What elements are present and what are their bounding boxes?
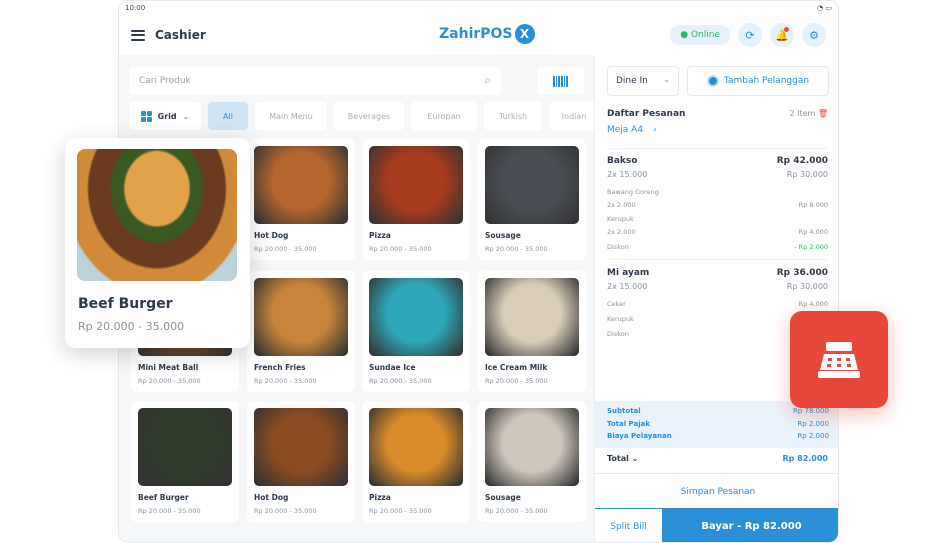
product-image xyxy=(138,408,232,486)
item-name: Bakso xyxy=(607,156,638,166)
logo: ZahirPOS X xyxy=(439,24,535,44)
chevron-right-icon: › xyxy=(653,125,657,135)
order-panel: Dine In ⌄ Tambah Pelanggan Daftar Pesanan… xyxy=(594,55,838,542)
product-card[interactable]: Sousage Rp 20.000 - 35.000 xyxy=(478,401,586,522)
tab-indian[interactable]: Indian xyxy=(549,102,599,130)
product-price: Rp 20.000 - 35.000 xyxy=(138,507,201,515)
tab-main-menu[interactable]: Main Menu xyxy=(255,102,327,130)
product-image xyxy=(254,278,348,356)
product-name: Beef Burger xyxy=(138,493,189,502)
product-card[interactable]: Sundae Ice Rp 20.000 - 35.000 xyxy=(362,271,470,392)
product-image xyxy=(485,146,579,224)
category-tabs: Grid ⌄ All Main Menu Beverages Europan Tu… xyxy=(129,102,599,130)
notification-button[interactable]: 🔔 xyxy=(770,23,794,47)
product-card[interactable]: Hot Dog Rp 20.000 - 35.000 xyxy=(247,139,355,260)
order-type-select[interactable]: Dine In ⌄ xyxy=(607,66,679,96)
tab-turkish[interactable]: Turkish xyxy=(484,102,542,130)
product-image xyxy=(254,408,348,486)
featured-product-card[interactable]: Beef Burger Rp 20.000 - 35.000 xyxy=(65,138,250,348)
product-card[interactable]: Sousage Rp 20.000 - 35.000 xyxy=(478,139,586,260)
item-name: Mi ayam xyxy=(607,268,650,278)
menu-icon[interactable] xyxy=(131,29,145,41)
product-price: Rp 20.000 - 35.000 xyxy=(369,245,432,253)
page-title: Cashier xyxy=(155,28,206,42)
table-select[interactable]: Meja A4 › xyxy=(607,125,828,135)
product-price: Rp 20.000 - 35.000 xyxy=(138,377,201,385)
product-price: Rp 20.000 - 35.000 xyxy=(254,377,317,385)
online-status-badge: ● Online xyxy=(670,25,730,45)
product-card[interactable]: Ice Cream Milk Rp 20.000 - 35.000 xyxy=(478,271,586,392)
product-image xyxy=(485,278,579,356)
product-price: Rp 20.000 - 35.000 xyxy=(485,245,548,253)
product-image xyxy=(485,408,579,486)
customer-icon xyxy=(706,75,719,87)
product-image xyxy=(369,278,463,356)
tab-europan[interactable]: Europan xyxy=(411,102,477,130)
product-price: Rp 20.000 - 35.000 xyxy=(254,507,317,515)
product-price: Rp 20.000 - 35.000 xyxy=(254,245,317,253)
split-bill-button[interactable]: Split Bill xyxy=(595,508,662,542)
settings-button[interactable]: ⚙ xyxy=(802,23,826,47)
barcode-scan-button[interactable] xyxy=(537,67,584,95)
product-name: Ice Cream Milk xyxy=(485,363,548,372)
product-name: Pizza xyxy=(369,231,391,240)
total-amount: Rp 82.000 xyxy=(782,454,828,463)
product-name: Sundae Ice xyxy=(369,363,416,372)
product-name: French Fries xyxy=(254,363,306,372)
product-name: Sousage xyxy=(485,231,521,240)
pay-button[interactable]: Bayar - Rp 82.000 xyxy=(662,508,838,542)
total-toggle[interactable]: Total ⌄ xyxy=(607,454,638,463)
product-card[interactable]: Pizza Rp 20.000 - 35.000 xyxy=(362,139,470,260)
status-time: 10:00 xyxy=(125,4,146,12)
grid-icon xyxy=(140,110,152,122)
product-card[interactable]: Pizza Rp 20.000 - 35.000 xyxy=(362,401,470,522)
item-total: Rp 36.000 xyxy=(776,268,828,278)
tab-all[interactable]: All xyxy=(208,102,248,130)
view-select[interactable]: Grid ⌄ xyxy=(129,102,201,130)
order-summary: Subtotal Rp 78.000 Total Pajak Rp 2.000 Bi… xyxy=(595,401,838,448)
product-price: Rp 20.000 - 35.000 xyxy=(369,377,432,385)
header: Cashier ZahirPOS X ● Online ⟳ 🔔 ⚙ xyxy=(119,15,838,55)
product-name: Hot Dog xyxy=(254,493,289,502)
cash-register-icon xyxy=(790,311,888,408)
trash-icon[interactable]: 🗑 xyxy=(818,109,828,118)
product-image xyxy=(369,408,463,486)
wifi-battery-icon: ◔ ▭ xyxy=(817,4,832,12)
product-price: Rp 20.000 - 35.000 xyxy=(369,507,432,515)
product-image xyxy=(77,149,237,281)
item-total: Rp 42.000 xyxy=(776,156,828,166)
save-order-button[interactable]: Simpan Pesanan xyxy=(595,473,838,509)
product-name: Hot Dog xyxy=(254,231,289,240)
product-card[interactable]: Beef Burger Rp 20.000 - 35.000 xyxy=(131,401,239,522)
search-icon: ⌕ xyxy=(484,73,491,87)
product-price: Rp 20.000 - 35.000 xyxy=(485,377,548,385)
product-name: Mini Meat Ball xyxy=(138,363,199,372)
product-name: Sousage xyxy=(485,493,521,502)
product-card[interactable]: French Fries Rp 20.000 - 35.000 xyxy=(247,271,355,392)
product-name: Pizza xyxy=(369,493,391,502)
product-card[interactable]: Hot Dog Rp 20.000 - 35.000 xyxy=(247,401,355,522)
tab-beverages[interactable]: Beverages xyxy=(334,102,404,130)
search-input[interactable]: Cari Produk ⌕ xyxy=(129,67,501,95)
product-price: Rp 20.000 - 35.000 xyxy=(485,507,548,515)
add-customer-button[interactable]: Tambah Pelanggan xyxy=(687,66,829,96)
order-list-title: Daftar Pesanan xyxy=(607,109,686,119)
product-image xyxy=(254,146,348,224)
sync-button[interactable]: ⟳ xyxy=(738,23,762,47)
item-count: 2 Item xyxy=(789,109,816,118)
product-image xyxy=(369,146,463,224)
status-bar: 10:00 ◔ ▭ xyxy=(119,1,838,15)
